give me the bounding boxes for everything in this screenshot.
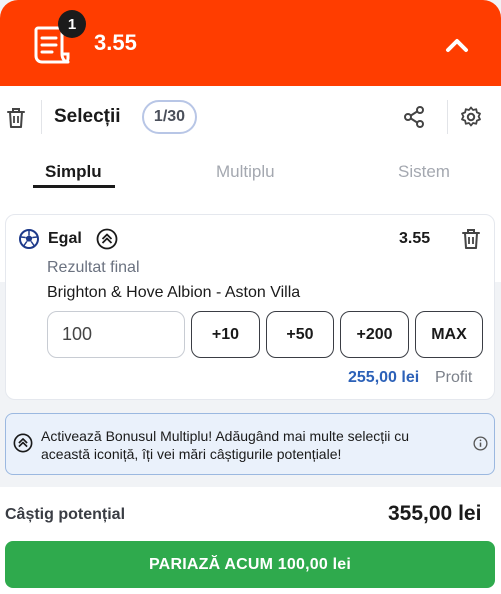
trash-icon[interactable]: [460, 227, 482, 251]
share-icon[interactable]: [403, 106, 425, 128]
betslip-header[interactable]: 1 3.55: [0, 0, 501, 86]
divider: [447, 100, 448, 134]
info-icon[interactable]: [473, 436, 488, 451]
quick-stake-plus-200-button[interactable]: +200: [340, 311, 409, 358]
trash-icon[interactable]: [5, 106, 27, 130]
chevron-up-icon[interactable]: [440, 30, 474, 60]
multi-bonus-text: Activează Bonusul Multiplu! Adăugând mai…: [41, 428, 410, 462]
tab-simplu[interactable]: Simplu: [45, 162, 102, 182]
potential-win-label: Câștig potențial: [5, 506, 126, 523]
betslip: 1 3.55 Selecții 1/30 Simplu Multiplu Sis…: [0, 0, 501, 594]
multi-bonus-icon: [96, 228, 118, 250]
selections-title: Selecții: [54, 106, 121, 127]
place-bet-button[interactable]: PARIAZĂ ACUM 100,00 lei: [5, 541, 495, 588]
selection-counter: 1/30: [142, 100, 197, 134]
active-tab-indicator: [33, 185, 115, 188]
football-icon: [19, 229, 39, 249]
bet-market: Rezultat final: [47, 259, 140, 276]
profit-label: Profit: [435, 369, 473, 386]
tab-sistem[interactable]: Sistem: [398, 162, 450, 182]
divider: [41, 100, 42, 134]
selection-count-badge: 1: [58, 10, 86, 38]
multi-bonus-icon: [13, 433, 33, 453]
gear-icon[interactable]: [460, 106, 482, 128]
stake-input[interactable]: [47, 311, 185, 358]
quick-stake-plus-10-button[interactable]: +10: [191, 311, 260, 358]
tab-multiplu[interactable]: Multiplu: [216, 162, 275, 182]
quick-stake-plus-50-button[interactable]: +50: [266, 311, 334, 358]
bet-selection: Egal: [48, 230, 82, 247]
potential-win-value: 355,00 lei: [388, 502, 482, 525]
quick-stake-max-button[interactable]: MAX: [415, 311, 483, 358]
total-odds: 3.55: [94, 30, 137, 55]
bet-event: Brighton & Hove Albion - Aston Villa: [47, 284, 301, 301]
bet-odds: 3.55: [399, 230, 431, 247]
profit-value: 255,00 lei: [348, 369, 420, 386]
